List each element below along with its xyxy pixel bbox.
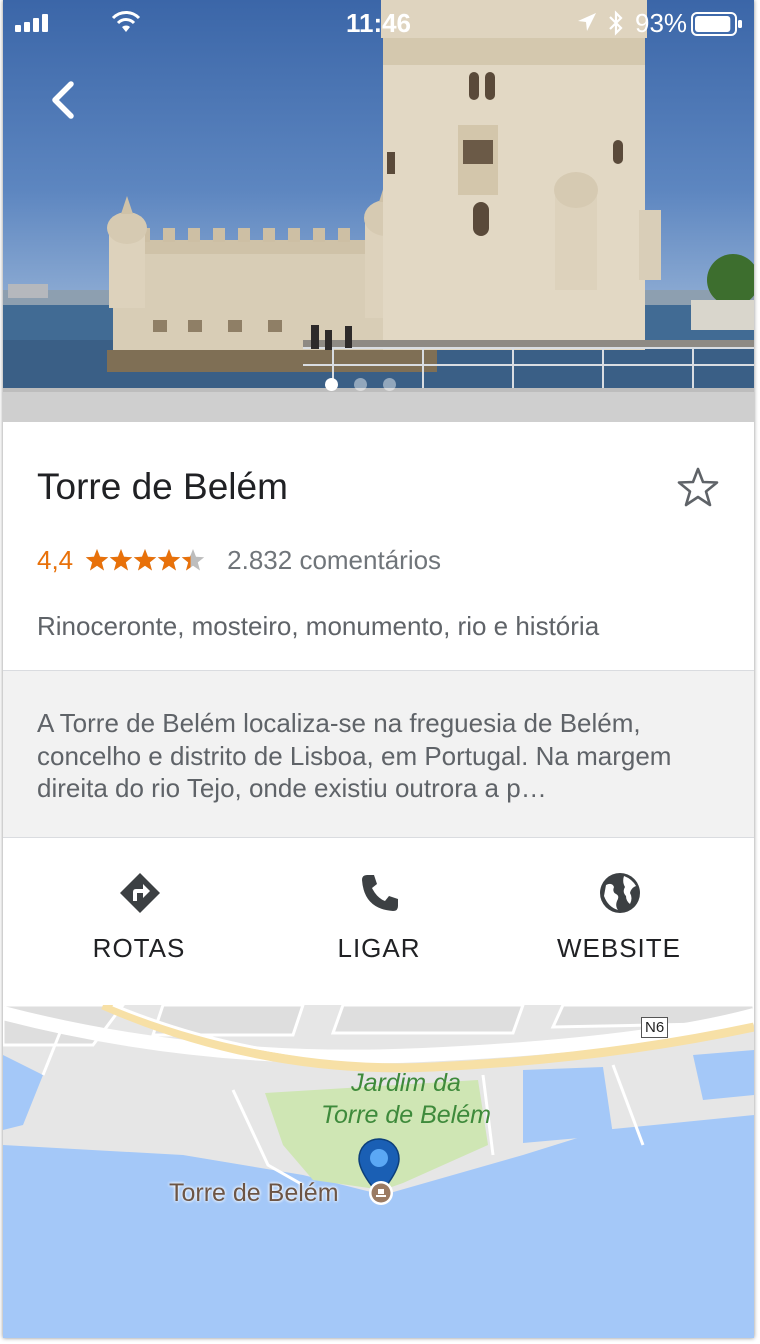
star-icon: [109, 549, 133, 571]
description-text: A Torre de Belém localiza-se na freguesi…: [37, 708, 672, 803]
review-count[interactable]: 2.832 comentários: [227, 545, 441, 576]
place-title: Torre de Belém: [37, 466, 288, 507]
place-photo[interactable]: 11:46 93%: [3, 0, 754, 422]
star-icon: [181, 549, 205, 571]
star-icon: [157, 549, 181, 571]
website-button[interactable]: WEBSITE: [494, 837, 744, 1005]
pager-dot[interactable]: [383, 378, 396, 391]
directions-button[interactable]: ROTAS: [14, 837, 264, 1005]
description-panel[interactable]: A Torre de Belém localiza-se na freguesi…: [3, 670, 754, 838]
directions-icon: [120, 873, 160, 913]
call-label: LIGAR: [337, 933, 421, 963]
map-pin-icon[interactable]: [357, 1137, 405, 1213]
website-label: WEBSITE: [556, 933, 681, 963]
directions-label: ROTAS: [92, 933, 186, 963]
pager-dot[interactable]: [325, 378, 338, 391]
road-shield-n6: N6: [641, 1017, 669, 1038]
star-icon: [133, 549, 157, 571]
save-star-button[interactable]: [677, 466, 719, 508]
location-arrow-icon: [578, 13, 596, 31]
rating-value: 4,4: [37, 544, 74, 575]
photo-pager-dots[interactable]: [325, 378, 396, 391]
call-button[interactable]: LIGAR: [254, 837, 504, 1005]
globe-icon: [600, 873, 640, 913]
poi-label[interactable]: Torre de Belém: [169, 1179, 339, 1208]
rating-row[interactable]: 4,4 2.832 comentários: [37, 543, 441, 577]
action-buttons: ROTAS LIGAR WEBSITE: [3, 837, 754, 1005]
battery-percent: 93%: [635, 8, 688, 38]
park-label: Jardim da Torre de Belém: [321, 1069, 491, 1129]
phone-icon: [362, 875, 398, 911]
star-rating: [85, 548, 205, 572]
place-category: Rinoceronte, mosteiro, monumento, rio e …: [37, 611, 600, 641]
pager-dot[interactable]: [354, 378, 367, 391]
place-details-screen: 11:46 93% Torre de Belém 4,4 2.832 comen…: [3, 0, 754, 1338]
tower-photo-illustration: [3, 0, 754, 422]
back-button[interactable]: [41, 78, 85, 122]
battery-icon: [691, 12, 742, 36]
star-icon: [85, 549, 109, 571]
location-map[interactable]: Jardim da Torre de Belém Torre de Belém …: [3, 1005, 754, 1338]
bluetooth-icon: [609, 10, 623, 36]
status-bar: 11:46 93%: [3, 0, 754, 44]
